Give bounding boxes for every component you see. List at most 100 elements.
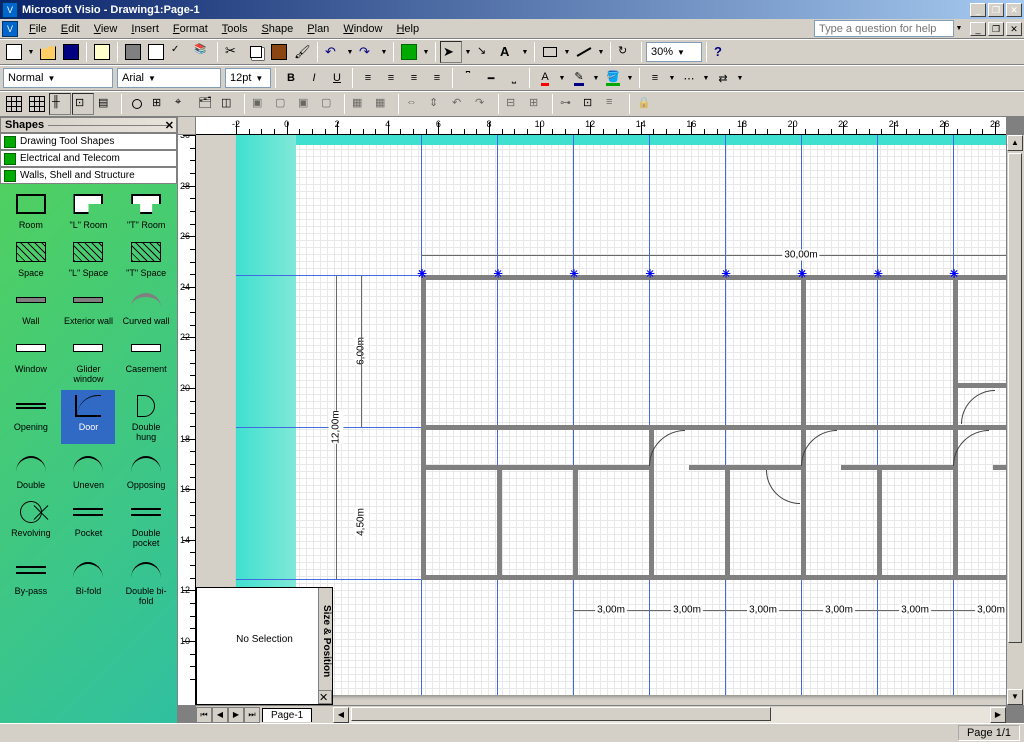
scroll-down-button[interactable]: ▼ (1007, 689, 1023, 705)
shape-door[interactable]: Door (61, 390, 115, 444)
redo-button[interactable]: ↷ (356, 41, 378, 63)
shape-curved-wall[interactable]: Curved wall (119, 284, 173, 328)
undo-dropdown[interactable]: ▼ (345, 41, 355, 63)
shape-exterior-wall[interactable]: Exterior wall (61, 284, 115, 328)
valign-middle-button[interactable]: ━ (480, 67, 502, 89)
new-button[interactable] (3, 41, 25, 63)
copy-button[interactable] (245, 41, 267, 63)
spellcheck-button[interactable]: ✓ (168, 41, 190, 63)
menu-file[interactable]: File (22, 21, 54, 37)
paste-button[interactable] (268, 41, 290, 63)
group-button[interactable]: ▦ (349, 93, 371, 115)
scroll-right-button[interactable]: ▶ (990, 707, 1006, 723)
font-combo[interactable]: Arial▼ (117, 68, 221, 88)
ruler-vertical[interactable]: 3028262422201816141210 (178, 135, 196, 705)
minimize-button[interactable]: _ (970, 3, 986, 17)
shape--l-space[interactable]: "L" Space (61, 236, 115, 280)
stencil-electrical[interactable]: Electrical and Telecom (0, 150, 177, 167)
underline-button[interactable]: U (326, 67, 348, 89)
guides-button[interactable] (26, 93, 48, 115)
shape-pocket[interactable]: Pocket (61, 496, 115, 550)
bring-forward-button[interactable]: ▣ (295, 93, 317, 115)
protection-button[interactable]: 🔒 (634, 93, 656, 115)
scroll-v-thumb[interactable] (1008, 153, 1022, 643)
shape-window[interactable]: Window (4, 332, 58, 386)
align-right-button[interactable]: ≡ (403, 67, 425, 89)
valign-bottom-button[interactable]: ⎵ (503, 67, 525, 89)
shape-double-bi-fold[interactable]: Double bi-fold (119, 554, 173, 608)
line-color-dropdown[interactable]: ▼ (591, 67, 601, 89)
line-tool-button[interactable] (573, 41, 595, 63)
connection-points-button[interactable]: ⊡ (72, 93, 94, 115)
line-pattern-button[interactable]: ⋯ (678, 67, 700, 89)
line-ends-button[interactable]: ⇄ (712, 67, 734, 89)
text-tool-button[interactable]: A (497, 41, 519, 63)
fill-color-button[interactable]: 🪣 (602, 67, 624, 89)
zoom-window-button[interactable]: ⊞ (149, 93, 171, 115)
page-prev-button[interactable]: ◀ (212, 707, 228, 723)
shape-casement[interactable]: Casement (119, 332, 173, 386)
align-justify-button[interactable]: ≡ (426, 67, 448, 89)
pointer-dropdown[interactable]: ▼ (463, 41, 473, 63)
rotate-left-button[interactable]: ↶ (449, 93, 471, 115)
valign-top-button[interactable]: ⎴ (457, 67, 479, 89)
line-dropdown[interactable]: ▼ (596, 41, 606, 63)
menu-plan[interactable]: Plan (300, 21, 336, 37)
fill-color-dropdown[interactable]: ▼ (625, 67, 635, 89)
pointer-tool-button[interactable]: ➤ (440, 41, 462, 63)
page-tab-1[interactable]: Page-1 (262, 708, 312, 722)
doc-close-button[interactable]: ✕ (1006, 22, 1022, 36)
menu-edit[interactable]: Edit (54, 21, 87, 37)
ruler-button[interactable]: ▤ (95, 93, 117, 115)
send-backward-button[interactable]: ▢ (318, 93, 340, 115)
scrollbar-vertical[interactable]: ▲ ▼ (1006, 135, 1024, 705)
flip-v-button[interactable]: ⇕ (426, 93, 448, 115)
shape-double-pocket[interactable]: Double pocket (119, 496, 173, 550)
connect-shapes-button[interactable]: ⊶ (557, 93, 579, 115)
menu-view[interactable]: View (87, 21, 125, 37)
menu-window[interactable]: Window (336, 21, 389, 37)
italic-button[interactable]: I (303, 67, 325, 89)
shape-glider-window[interactable]: Glider window (61, 332, 115, 386)
print-button[interactable] (122, 41, 144, 63)
zoom-combo[interactable]: 30%▼ (646, 42, 702, 62)
undo-button[interactable]: ↶ (322, 41, 344, 63)
help-dropdown[interactable]: ▼ (954, 18, 964, 40)
bring-front-button[interactable]: ▣ (249, 93, 271, 115)
new-dropdown[interactable]: ▼ (26, 41, 36, 63)
shape-room[interactable]: Room (4, 188, 58, 232)
ruler-horizontal[interactable]: -20246810121416182022242628 (196, 117, 1006, 135)
shapes-window-button[interactable] (398, 41, 420, 63)
layout-shapes-button[interactable]: ⊡ (580, 93, 602, 115)
flip-h-button[interactable]: ⇔ (403, 93, 425, 115)
doc-minimize-button[interactable]: _ (970, 22, 986, 36)
page-first-button[interactable]: ⏮ (196, 707, 212, 723)
layers-button[interactable]: ≡ (603, 93, 625, 115)
help-search-input[interactable] (814, 20, 954, 37)
canvas[interactable]: ✳ ✳ ✳ ✳ ✳ ✳ ✳ ✳ ✳ ✳ ✳ ✳ ✳ ✳ ✳ ✳ ✳ (196, 135, 1006, 705)
bold-button[interactable]: B (280, 67, 302, 89)
rotate-button[interactable]: ↻ (615, 41, 637, 63)
menu-tools[interactable]: Tools (215, 21, 255, 37)
shape-wall[interactable]: Wall (4, 284, 58, 328)
line-pattern-dropdown[interactable]: ▼ (701, 67, 711, 89)
shape-by-pass[interactable]: By-pass (4, 554, 58, 608)
help-button[interactable]: ? (711, 41, 733, 63)
zoom-in-button[interactable] (126, 93, 148, 115)
scroll-h-thumb[interactable] (351, 707, 771, 721)
shapes-close-button[interactable]: ✕ (165, 119, 174, 132)
rectangle-tool-button[interactable] (539, 41, 561, 63)
scroll-left-button[interactable]: ◀ (333, 707, 349, 723)
menu-insert[interactable]: Insert (124, 21, 166, 37)
shape-double-hung[interactable]: Double hung (119, 390, 173, 444)
shape-space[interactable]: Space (4, 236, 58, 280)
font-color-button[interactable]: A (534, 67, 556, 89)
shapes-dropdown[interactable]: ▼ (421, 41, 431, 63)
redo-dropdown[interactable]: ▼ (379, 41, 389, 63)
shape-opening[interactable]: Opening (4, 390, 58, 444)
shape-opposing[interactable]: Opposing (119, 448, 173, 492)
pan-zoom-button[interactable]: ⌖ (172, 93, 194, 115)
menu-shape[interactable]: Shape (254, 21, 300, 37)
send-back-button[interactable]: ▢ (272, 93, 294, 115)
align-left-button[interactable]: ≡ (357, 67, 379, 89)
